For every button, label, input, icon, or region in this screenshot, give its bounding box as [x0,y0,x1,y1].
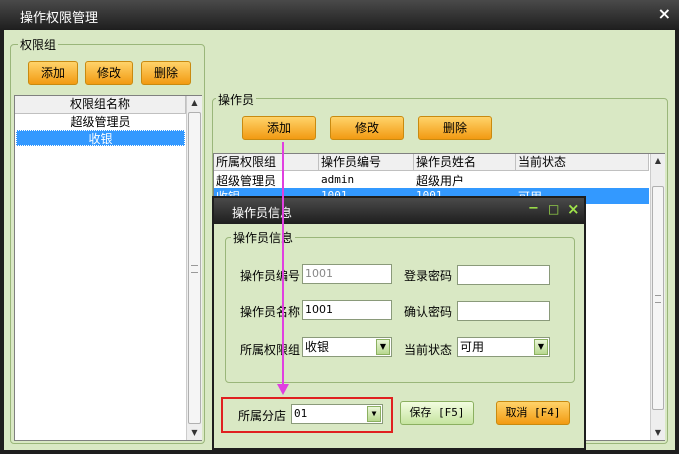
maximize-icon[interactable]: □ [548,202,559,216]
perm-group-select-value: 收银 [305,340,330,354]
perm-group-delete-button[interactable]: 删除 [141,61,191,85]
column-header[interactable]: 操作员姓名 [414,154,516,171]
perm-group-select[interactable]: 收银 ▼ [302,337,392,357]
branch-label: 所属分店 [238,409,287,423]
operator-info-legend: 操作员信息 [231,229,296,246]
status-select-value: 可用 [460,340,485,354]
dialog-title: 操作员信息 [232,206,293,220]
window-frame-left [0,30,4,454]
grip-icon [191,265,198,273]
scroll-down-icon[interactable]: ▼ [651,426,665,440]
grip-icon [655,295,661,303]
perm-group-edit-button[interactable]: 修改 [85,61,133,85]
operator-delete-button[interactable]: 删除 [418,116,492,140]
column-header[interactable]: 操作员编号 [319,154,414,171]
perm-group-legend: 权限组 [18,36,59,53]
op-name-label: 操作员名称 [240,305,301,319]
confirm-password-field[interactable] [457,301,550,321]
op-name-field[interactable]: 1001 [302,300,392,320]
perm-group-list-header[interactable]: 权限组名称 [15,96,186,114]
window-close-icon[interactable]: × [658,4,671,23]
login-password-field[interactable] [457,265,550,285]
perm-group-scrollbar[interactable]: ▲ ▼ [186,96,202,440]
table-cell: 超级用户 [416,174,465,188]
op-no-field[interactable]: 1001 [302,264,392,284]
scroll-up-icon[interactable]: ▲ [187,96,202,110]
operators-scrollbar[interactable]: ▲ ▼ [650,154,665,440]
scrollbar-thumb[interactable] [652,186,664,410]
save-button[interactable]: 保存 [F5] [400,401,474,425]
branch-select-value: 01 [294,407,308,420]
op-no-label: 操作员编号 [240,269,301,283]
status-select-label: 当前状态 [404,343,453,357]
perm-group-add-button[interactable]: 添加 [28,61,78,85]
scroll-down-icon[interactable]: ▼ [187,426,202,440]
operators-legend: 操作员 [216,91,257,108]
table-row[interactable]: 超级管理员 admin 超级用户 [214,171,649,188]
branch-select[interactable]: 01 ▼ [291,404,383,424]
chevron-down-icon[interactable]: ▼ [367,406,381,422]
operator-edit-button[interactable]: 修改 [330,116,404,140]
status-select[interactable]: 可用 ▼ [457,337,550,357]
column-header[interactable]: 当前状态 [516,154,649,171]
chevron-down-icon[interactable]: ▼ [376,339,390,355]
operators-table-header: 所属权限组 操作员编号 操作员姓名 当前状态 [214,154,649,171]
cancel-button[interactable]: 取消 [F4] [496,401,570,425]
column-header[interactable]: 所属权限组 [214,154,319,171]
window-frame-right [675,30,679,454]
dialog-close-icon[interactable]: × [567,200,580,218]
operator-info-dialog: 操作员信息 − □ × 操作员信息 操作员编号 1001 登录密码 操作员名称 … [212,196,586,450]
perm-group-item[interactable]: 超级管理员 [15,114,186,130]
window-frame-bottom [0,450,679,454]
scroll-up-icon[interactable]: ▲ [651,154,665,168]
confirm-password-label: 确认密码 [404,305,453,319]
login-password-label: 登录密码 [404,269,453,283]
chevron-down-icon[interactable]: ▼ [534,339,548,355]
operator-add-button[interactable]: 添加 [242,116,316,140]
minimize-icon[interactable]: − [528,201,539,216]
dialog-title-bar: 操作员信息 − □ × [214,198,584,224]
perm-group-select-label: 所属权限组 [240,343,301,357]
table-cell: admin [321,173,355,186]
perm-group-list[interactable]: 权限组名称 超级管理员 收银 ▲ ▼ [14,95,202,441]
perm-group-item-selected[interactable]: 收银 [16,130,185,146]
window-title: 操作权限管理 [20,11,99,26]
window-title-bar: 操作权限管理 × [0,0,679,30]
scrollbar-thumb[interactable] [188,112,201,424]
table-cell: 超级管理员 [216,174,277,188]
